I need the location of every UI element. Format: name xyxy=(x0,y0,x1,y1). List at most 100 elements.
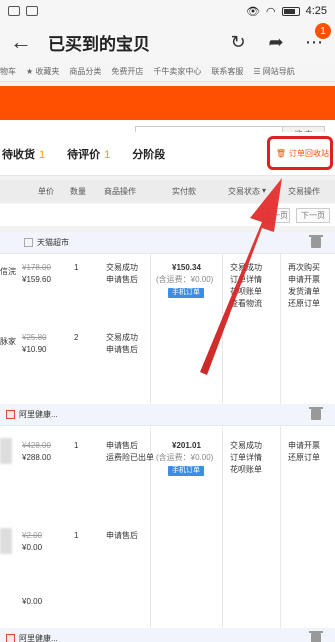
tab-to-review[interactable]: 待评价 1 xyxy=(67,146,110,162)
restore-order-link[interactable]: 还原订单 xyxy=(288,298,320,310)
back-arrow-icon[interactable]: ← xyxy=(10,29,34,55)
quantity: 1 xyxy=(74,441,79,450)
app-header: ← 已买到的宝贝 ↻ ➦ ⋯ 1 xyxy=(0,22,335,62)
status-time: 4:25 xyxy=(305,5,327,17)
item-title-fragment[interactable]: 信浣 xyxy=(0,266,16,278)
paid-amount: ¥150.34 xyxy=(172,263,201,272)
original-price: ¥428.00 xyxy=(22,441,51,450)
shop-link[interactable]: 天猫超市 xyxy=(24,237,69,248)
battery-icon xyxy=(281,6,300,16)
quantity: 2 xyxy=(74,333,79,342)
quantity: 1 xyxy=(74,263,79,272)
shop-icon xyxy=(6,410,15,419)
col-quantity: 数量 xyxy=(70,187,86,196)
item-op: 交易成功 xyxy=(106,263,138,272)
shipping-note: (含运费：¥0.00) xyxy=(156,275,214,284)
delete-order-icon[interactable] xyxy=(309,235,323,248)
shop-icon xyxy=(6,634,15,642)
apply-invoice-link[interactable]: 申请开票 xyxy=(288,274,320,286)
trade-status: 交易成功 xyxy=(230,263,262,272)
more-button[interactable]: ⋯ 1 xyxy=(303,23,331,53)
nav-item-seller-center[interactable]: 千牛卖家中心 xyxy=(153,66,201,77)
shop-name: 天猫超市 xyxy=(37,238,69,247)
status-bar: 👁 ◠ 4:25 xyxy=(0,0,335,22)
highlight-annotation xyxy=(267,136,333,170)
tab-label: 分阶段 xyxy=(132,148,166,161)
mobile-order-tag: 手机订单 xyxy=(168,464,204,476)
nav-item-cart[interactable]: 物车 xyxy=(0,66,16,77)
mobile-order-tag: 手机订单 xyxy=(168,286,204,298)
table-header: 单价 数量 商品操作 实付款 交易状态 ▾ 交易操作 xyxy=(0,180,335,202)
nav-item-customer-service[interactable]: 联系客服 xyxy=(211,66,243,77)
shop-link[interactable]: 阿里健康... xyxy=(6,633,58,642)
tab-installment[interactable]: 分阶段 xyxy=(132,146,165,162)
col-unit-price: 单价 xyxy=(38,187,54,196)
tab-label: 待评价 xyxy=(67,148,101,161)
nav-item-site-nav[interactable]: ☰ 网站导航 xyxy=(253,66,294,77)
original-price: ¥25.80 xyxy=(22,333,47,342)
order-card: 阿里健康... xyxy=(0,628,335,642)
view-logistics-link[interactable]: 查看物流 xyxy=(230,298,262,310)
unit-price: ¥0.00 xyxy=(22,543,43,552)
prev-page-button[interactable]: 上一页 xyxy=(262,208,290,223)
chevron-down-icon[interactable]: ▾ xyxy=(262,186,266,195)
shop-link[interactable]: 阿里健康... xyxy=(6,409,58,420)
nav-item-categories[interactable]: 商品分类 xyxy=(69,66,101,77)
order-header: 天猫超市 xyxy=(0,232,335,254)
shipping-note: (含运费：¥0.00) xyxy=(156,453,214,462)
item-thumbnail[interactable] xyxy=(0,528,12,554)
original-price: ¥178.00 xyxy=(22,263,51,272)
apply-after-sale-link[interactable]: 申请售后 xyxy=(106,530,138,542)
trade-status: 交易成功 xyxy=(230,441,262,450)
apply-after-sale-link[interactable]: 申请售后 xyxy=(106,440,138,452)
unit-price: ¥10.90 xyxy=(22,345,47,354)
item-title-fragment[interactable]: 脉家 xyxy=(0,336,16,348)
apply-after-sale-link[interactable]: 申请售后 xyxy=(106,274,138,286)
restore-order-link[interactable]: 还原订单 xyxy=(288,452,320,464)
item-thumbnail[interactable] xyxy=(0,438,12,464)
delivery-list-link[interactable]: 发货清单 xyxy=(288,286,320,298)
tab-count: 1 xyxy=(39,148,46,161)
nav-item-open-shop[interactable]: 免费开店 xyxy=(111,66,143,77)
col-status[interactable]: 交易状态 xyxy=(228,186,260,197)
item-op: 交易成功 xyxy=(106,333,138,342)
col-paid: 实付款 xyxy=(172,187,196,196)
order-card: 阿里健康... ¥428.00 ¥288.00 1 申请售后 运费险已出单 ¥2… xyxy=(0,404,335,630)
shop-icon xyxy=(24,238,33,247)
order-detail-link[interactable]: 订单详情 xyxy=(230,452,262,464)
order-header: 阿里健康... xyxy=(0,404,335,426)
refresh-icon[interactable]: ↻ xyxy=(227,31,249,53)
tab-to-receive[interactable]: 待收货 1 xyxy=(2,146,45,162)
unit-price: ¥288.00 xyxy=(22,453,51,462)
huabei-bill-link[interactable]: 花呗账单 xyxy=(230,286,262,298)
unit-price: ¥159.60 xyxy=(22,275,51,284)
order-items: ¥428.00 ¥288.00 1 申请售后 运费险已出单 ¥201.01 (含… xyxy=(0,426,335,630)
wifi-icon: ◠ xyxy=(265,5,276,18)
nav-item-favorites[interactable]: ★ 收藏夹 xyxy=(26,66,59,77)
delete-order-icon[interactable] xyxy=(309,407,323,420)
pager: 上一页 下一页 xyxy=(0,204,335,226)
shipping-insurance-note: 运费险已出单 xyxy=(106,453,154,462)
site-nav: 物车 ★ 收藏夹 商品分类 免费开店 千牛卖家中心 联系客服 ☰ 网站导航 xyxy=(0,62,335,82)
order-detail-link[interactable]: 订单详情 xyxy=(230,274,262,286)
paid-amount: ¥201.01 xyxy=(172,441,201,450)
buy-again-button[interactable]: 再次购买 xyxy=(288,262,320,274)
notification-badge: 1 xyxy=(315,23,331,39)
tab-label: 待收货 xyxy=(2,148,35,161)
original-price: ¥2.00 xyxy=(22,531,43,540)
next-page-button[interactable]: 下一页 xyxy=(296,208,330,223)
order-items: 信浣 ¥178.00 ¥159.60 1 交易成功 申请售后 ¥150.34 (… xyxy=(0,254,335,410)
apply-after-sale-link[interactable]: 申请售后 xyxy=(106,344,138,356)
apply-invoice-link[interactable]: 申请开票 xyxy=(288,440,320,452)
order-card: 天猫超市 信浣 ¥178.00 ¥159.60 1 交易成功 申请售后 ¥150… xyxy=(0,232,335,410)
notification-icon xyxy=(8,6,20,16)
delete-order-icon[interactable] xyxy=(309,631,323,642)
col-item-ops: 商品操作 xyxy=(104,187,136,196)
col-actions: 交易操作 xyxy=(288,187,320,196)
huabei-bill-link[interactable]: 花呗账单 xyxy=(230,464,262,476)
unit-price: ¥0.00 xyxy=(22,597,43,606)
page-title: 已买到的宝贝 xyxy=(48,34,150,54)
eye-icon: 👁 xyxy=(246,5,260,18)
share-icon[interactable]: ➦ xyxy=(265,31,287,53)
order-header: 阿里健康... xyxy=(0,628,335,642)
